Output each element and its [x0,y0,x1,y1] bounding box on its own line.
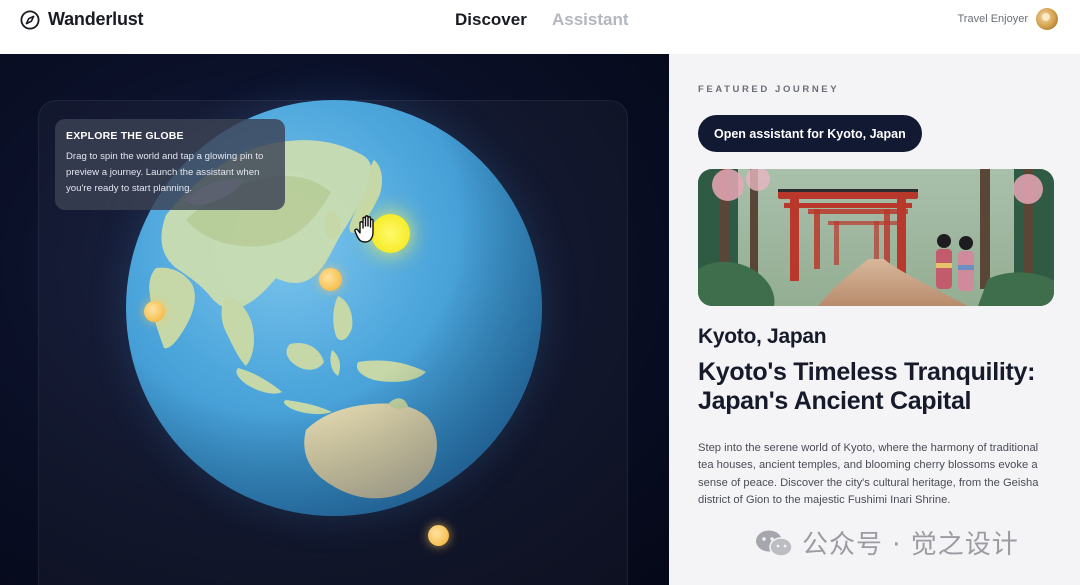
featured-journey-panel: FEATURED JOURNEY Open assistant for Kyot… [669,54,1080,585]
hand-cursor-icon [354,215,374,243]
brand[interactable]: Wanderlust [20,9,144,30]
tooltip-title: EXPLORE THE GLOBE [66,130,184,142]
tab-assistant[interactable]: Assistant [552,10,629,30]
destination-pin[interactable] [319,268,342,291]
watermark-text: 公众号 · 觉之设计 [802,530,1019,560]
kyoto-shrine-illustration [698,169,1054,306]
destination-description: Step into the serene world of Kyoto, whe… [698,442,1039,507]
section-kicker: FEATURED JOURNEY [698,84,840,95]
destination-city: Kyoto, Japan [698,325,827,348]
tab-discover[interactable]: Discover [455,10,527,30]
destination-pin[interactable] [144,301,165,322]
user-name: Travel Enjoyer [957,13,1028,25]
explore-tooltip: EXPLORE THE GLOBE Drag to spin the world… [55,119,285,210]
avatar[interactable] [1036,8,1058,30]
watermark: 公众号 · 觉之设计 [754,524,1019,561]
compass-icon [20,9,40,30]
tooltip-body: Drag to spin the world and tap a glowing… [66,151,264,194]
open-assistant-button[interactable]: Open assistant for Kyoto, Japan [698,115,922,152]
destination-headline: Kyoto's Timeless Tranquility: Japan's An… [698,358,1036,415]
destination-pin[interactable] [428,525,449,546]
top-navigation-bar: Wanderlust Discover Assistant Travel Enj… [0,0,1080,54]
user-menu[interactable]: Travel Enjoyer [957,8,1058,30]
chat-bubbles-icon [756,530,793,557]
brand-name: Wanderlust [48,9,144,29]
destination-image [698,169,1054,306]
